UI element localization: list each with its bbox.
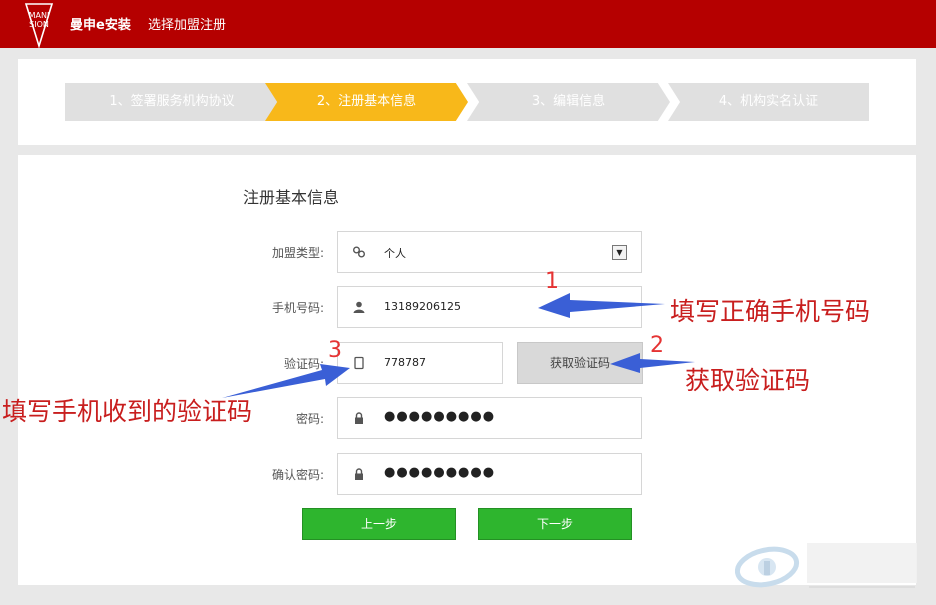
user-icon [352,300,366,314]
phone-label: 手机号码: [271,301,324,315]
manision-logo-icon: MANI SION [24,3,54,48]
join-type-label: 加盟类型: [271,246,324,260]
svg-text:SION: SION [29,20,49,29]
next-step-button[interactable]: 下一步 [478,508,632,540]
confirm-password-label: 确认密码: [271,468,324,482]
annotation-number-3: 3 [328,338,342,363]
lock-icon [352,411,366,425]
confirm-password-value: ●●●●●●●●● [384,465,496,480]
svg-text:MANI: MANI [29,11,50,20]
top-bar: MANI SION 曼申e安装 选择加盟注册 [0,0,936,48]
step-3-edit-info: 3、编辑信息 [467,83,670,121]
watermark-logo-icon [735,543,917,588]
step-1-sign-agreement: 1、签署服务机构协议 [65,83,279,121]
step-progress-panel: 1、签署服务机构协议 2、注册基本信息 3、编辑信息 4、机构实名认证 [18,59,916,145]
code-label: 验证码: [283,357,324,371]
annotation-text-1: 填写正确手机号码 [670,297,871,326]
lock-icon [352,467,366,481]
chevron-down-icon[interactable]: ▼ [612,245,627,260]
annotation-text-2: 获取验证码 [685,366,811,395]
annotation-text-3: 填写手机收到的验证码 [2,397,253,426]
phone-icon [352,356,366,370]
confirm-password-input[interactable]: ●●●●●●●●● [337,453,642,495]
code-value: 778787 [384,356,426,369]
step-2-register-info: 2、注册基本信息 [265,83,468,121]
form-title: 注册基本信息 [243,188,340,207]
step-4-real-name-auth: 4、机构实名认证 [668,83,869,121]
join-type-select[interactable]: 个人 ▼ [337,231,642,273]
verification-code-input[interactable]: 778787 [337,342,503,384]
password-value: ●●●●●●●●● [384,409,496,424]
prev-step-button[interactable]: 上一步 [302,508,456,540]
annotation-number-1: 1 [545,269,559,294]
join-type-value: 个人 [384,247,406,260]
phone-value: 13189206125 [384,300,461,313]
get-code-button[interactable]: 获取验证码 [517,342,643,384]
page-title: 选择加盟注册 [148,18,227,33]
link-icon [352,245,366,259]
phone-input[interactable]: 13189206125 [337,286,642,328]
password-input[interactable]: ●●●●●●●●● [337,397,642,439]
brand-name: 曼申e安装 [70,18,131,33]
annotation-number-2: 2 [650,333,664,358]
